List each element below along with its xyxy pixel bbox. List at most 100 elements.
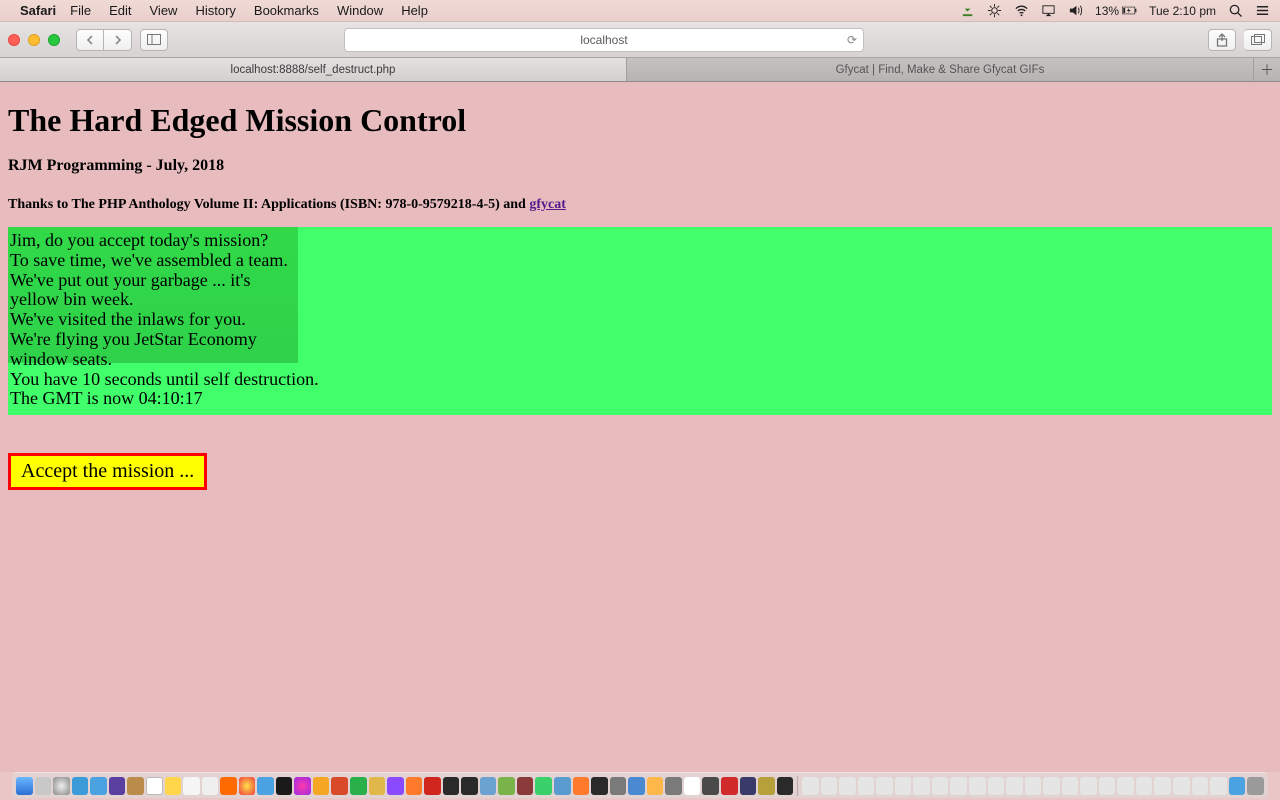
dock-window-icon[interactable] xyxy=(1117,777,1134,795)
dock-app-icon[interactable] xyxy=(257,777,274,795)
tab-inactive[interactable]: Gfycat | Find, Make & Share Gfycat GIFs xyxy=(627,58,1254,81)
dock-app-icon[interactable] xyxy=(647,777,664,795)
dock-app-icon[interactable] xyxy=(35,777,52,795)
dock-app-icon[interactable] xyxy=(127,777,144,795)
dock-app-icon[interactable] xyxy=(535,777,552,795)
dock-window-icon[interactable] xyxy=(839,777,856,795)
dock-app-icon[interactable] xyxy=(573,777,590,795)
menubar-app-name[interactable]: Safari xyxy=(20,3,56,18)
macos-menubar: Safari File Edit View History Bookmarks … xyxy=(0,0,1280,22)
menu-help[interactable]: Help xyxy=(401,3,428,18)
dock-app-icon[interactable] xyxy=(665,777,682,795)
dock-app-icon[interactable] xyxy=(443,777,460,795)
dock-trash-icon[interactable] xyxy=(1247,777,1264,795)
dock-window-icon[interactable] xyxy=(1173,777,1190,795)
tabs-overview-button[interactable] xyxy=(1244,29,1272,51)
dock-window-icon[interactable] xyxy=(1229,777,1246,795)
dock-app-icon[interactable] xyxy=(276,777,293,795)
dock-window-icon[interactable] xyxy=(969,777,986,795)
dock-app-icon[interactable] xyxy=(498,777,515,795)
dock-app-icon[interactable] xyxy=(239,777,256,795)
status-antivirus-icon[interactable] xyxy=(987,3,1002,18)
dock-mail-icon[interactable] xyxy=(72,777,89,795)
dock-app-icon[interactable] xyxy=(702,777,719,795)
dock-app-icon[interactable] xyxy=(740,777,757,795)
status-wifi-icon[interactable] xyxy=(1014,3,1029,18)
spotlight-icon[interactable] xyxy=(1228,3,1243,18)
dock-window-icon[interactable] xyxy=(802,777,819,795)
dock-app-icon[interactable] xyxy=(480,777,497,795)
dock-finder-icon[interactable] xyxy=(16,777,33,795)
menu-history[interactable]: History xyxy=(195,3,235,18)
reload-icon[interactable]: ⟳ xyxy=(847,33,857,47)
dock-window-icon[interactable] xyxy=(913,777,930,795)
dock-app-icon[interactable] xyxy=(220,777,237,795)
dock-app-icon[interactable] xyxy=(387,777,404,795)
dock-app-icon[interactable] xyxy=(610,777,627,795)
dock-calendar-icon[interactable] xyxy=(146,777,163,795)
dock-window-icon[interactable] xyxy=(1210,777,1227,795)
dock-window-icon[interactable] xyxy=(821,777,838,795)
back-button[interactable] xyxy=(76,29,104,51)
dock-firefox-icon[interactable] xyxy=(406,777,423,795)
status-download-icon[interactable] xyxy=(960,3,975,18)
notification-center-icon[interactable] xyxy=(1255,3,1270,18)
dock-window-icon[interactable] xyxy=(1192,777,1209,795)
address-bar[interactable]: localhost ⟳ xyxy=(344,28,864,52)
dock-app-icon[interactable] xyxy=(777,777,794,795)
menu-window[interactable]: Window xyxy=(337,3,383,18)
dock-app-icon[interactable] xyxy=(313,777,330,795)
dock-filezilla-icon[interactable] xyxy=(424,777,441,795)
close-window-button[interactable] xyxy=(8,34,20,46)
dock-window-icon[interactable] xyxy=(1154,777,1171,795)
dock-app-icon[interactable] xyxy=(758,777,775,795)
status-airplay-icon[interactable] xyxy=(1041,3,1056,18)
dock-window-icon[interactable] xyxy=(988,777,1005,795)
status-clock[interactable]: Tue 2:10 pm xyxy=(1149,4,1216,18)
dock-app-icon[interactable] xyxy=(165,777,182,795)
dock-app-icon[interactable] xyxy=(591,777,608,795)
gfycat-link[interactable]: gfycat xyxy=(529,197,566,212)
dock-window-icon[interactable] xyxy=(1025,777,1042,795)
forward-button[interactable] xyxy=(104,29,132,51)
dock-app-icon[interactable] xyxy=(517,777,534,795)
share-button[interactable] xyxy=(1208,29,1236,51)
zoom-window-button[interactable] xyxy=(48,34,60,46)
dock-itunes-icon[interactable] xyxy=(294,777,311,795)
tab-active[interactable]: localhost:8888/self_destruct.php xyxy=(0,58,627,81)
dock-app-icon[interactable] xyxy=(202,777,219,795)
dock-window-icon[interactable] xyxy=(858,777,875,795)
dock-app-icon[interactable] xyxy=(628,777,645,795)
status-battery[interactable]: 13% xyxy=(1095,3,1137,18)
dock-window-icon[interactable] xyxy=(1099,777,1116,795)
dock-app-icon[interactable] xyxy=(331,777,348,795)
menu-view[interactable]: View xyxy=(150,3,178,18)
dock-app-icon[interactable] xyxy=(369,777,386,795)
new-tab-button[interactable]: ＋ xyxy=(1254,58,1280,81)
dock-app-icon[interactable] xyxy=(90,777,107,795)
dock-terminal-icon[interactable] xyxy=(461,777,478,795)
status-volume-icon[interactable] xyxy=(1068,3,1083,18)
dock-app-icon[interactable] xyxy=(721,777,738,795)
sidebar-toggle-button[interactable] xyxy=(140,29,168,51)
dock-app-icon[interactable] xyxy=(109,777,126,795)
dock-window-icon[interactable] xyxy=(950,777,967,795)
dock-app-icon[interactable] xyxy=(684,777,701,795)
dock-safari-icon[interactable] xyxy=(53,777,70,795)
dock-window-icon[interactable] xyxy=(1006,777,1023,795)
dock-window-icon[interactable] xyxy=(1062,777,1079,795)
menu-file[interactable]: File xyxy=(70,3,91,18)
dock-window-icon[interactable] xyxy=(1136,777,1153,795)
dock-window-icon[interactable] xyxy=(1080,777,1097,795)
dock-window-icon[interactable] xyxy=(876,777,893,795)
dock-window-icon[interactable] xyxy=(932,777,949,795)
accept-mission-button[interactable]: Accept the mission ... xyxy=(8,453,207,490)
menu-edit[interactable]: Edit xyxy=(109,3,131,18)
dock-window-icon[interactable] xyxy=(1043,777,1060,795)
minimize-window-button[interactable] xyxy=(28,34,40,46)
menu-bookmarks[interactable]: Bookmarks xyxy=(254,3,319,18)
dock-window-icon[interactable] xyxy=(895,777,912,795)
dock-app-icon[interactable] xyxy=(350,777,367,795)
dock-app-icon[interactable] xyxy=(183,777,200,795)
dock-app-icon[interactable] xyxy=(554,777,571,795)
